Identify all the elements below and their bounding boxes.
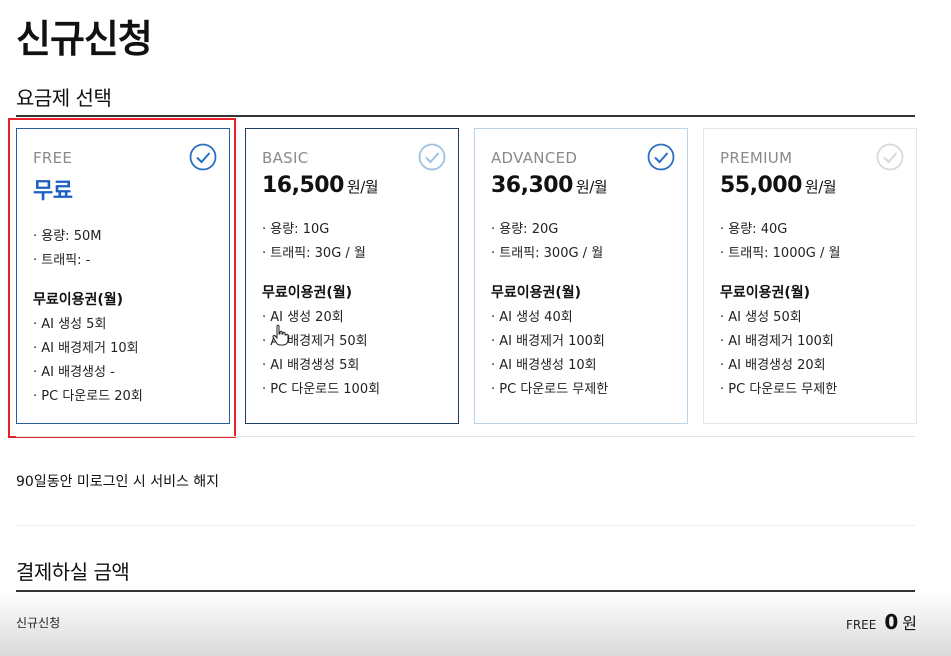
plan-bonus-item: · AI 배경생성 10회 (491, 358, 597, 373)
plan-price-value: 36,300 (491, 173, 573, 198)
plan-bonus-title: 무료이용권(월) (491, 285, 582, 301)
plan-bonus-item: · PC 다운로드 무제한 (720, 382, 838, 397)
plan-spec-storage: · 용량: 50M (33, 229, 102, 244)
check-circle-icon (876, 143, 904, 171)
plan-spec-traffic: · 트래픽: 1000G / 월 (720, 246, 841, 261)
plan-card-premium[interactable]: PREMIUM 55,000 원/월 · 용량: 40G · 트래픽: 1000G… (703, 128, 917, 424)
plan-bonus-title: 무료이용권(월) (33, 292, 124, 308)
plan-bonus-item: · PC 다운로드 100회 (262, 382, 381, 397)
plan-bonus-title: 무료이용권(월) (720, 285, 811, 301)
plan-bonus-item: · AI 생성 5회 (33, 317, 107, 332)
check-circle-icon (189, 143, 217, 171)
plan-bonus-item: · AI 배경생성 20회 (720, 358, 826, 373)
service-notice: 90일동안 미로그인 시 서비스 해지 (16, 474, 220, 490)
divider (16, 525, 915, 526)
plan-price: 무료 (33, 173, 213, 205)
plan-price-unit: 원/월 (346, 178, 379, 196)
plan-spec-traffic: · 트래픽: 300G / 월 (491, 246, 604, 261)
plan-price: 55,000 원/월 (720, 173, 900, 198)
plan-bonus-item: · AI 생성 50회 (720, 310, 802, 325)
plan-section-title: 요금제 선택 (16, 86, 112, 110)
plan-bonus-item: · AI 배경제거 10회 (33, 341, 139, 356)
plan-bonus-item: · AI 배경생성 5회 (262, 358, 360, 373)
summary-label: 신규신청 (16, 616, 61, 630)
plan-bonus-title: 무료이용권(월) (262, 285, 353, 301)
plan-card-free[interactable]: FREE 무료 · 용량: 50M · 트래픽: - 무료이용권(월) · AI… (16, 128, 230, 424)
summary-amount: 0 (884, 610, 899, 634)
plan-bonus-item: · PC 다운로드 무제한 (491, 382, 609, 397)
plan-bonus-item: · AI 배경생성 - (33, 365, 115, 380)
payment-summary-row: 신규신청 FREE 0 원 (0, 592, 951, 656)
plan-bonus-item: · PC 다운로드 20회 (33, 389, 143, 404)
divider (16, 436, 915, 437)
hand-cursor-icon (272, 324, 289, 346)
check-circle-icon (418, 143, 446, 171)
plan-price-value: 55,000 (720, 173, 802, 198)
plan-price-unit: 원/월 (804, 178, 837, 196)
summary-unit: 원 (902, 614, 917, 633)
plan-spec-traffic: · 트래픽: 30G / 월 (262, 246, 366, 261)
plan-tier: PREMIUM (720, 149, 793, 167)
plan-tier: BASIC (262, 149, 309, 167)
plan-card-advanced[interactable]: ADVANCED 36,300 원/월 · 용량: 20G · 트래픽: 300G… (474, 128, 688, 424)
plan-spec-storage: · 용량: 40G (720, 222, 788, 237)
plan-price-unit: 원/월 (575, 178, 608, 196)
plan-spec-storage: · 용량: 20G (491, 222, 559, 237)
plan-spec-traffic: · 트래픽: - (33, 253, 91, 268)
plan-bonus-item: · AI 배경제거 50회 (262, 334, 368, 349)
plan-bonus-item: · AI 배경제거 100회 (491, 334, 605, 349)
plan-price: 16,500 원/월 (262, 173, 442, 198)
plan-price-value: 16,500 (262, 173, 344, 198)
plan-tier: ADVANCED (491, 149, 578, 167)
summary-plan: FREE (845, 618, 877, 632)
plan-spec-storage: · 용량: 10G (262, 222, 330, 237)
plan-card-basic[interactable]: BASIC 16,500 원/월 · 용량: 10G · 트래픽: 30G / 월… (245, 128, 459, 424)
plan-price: 36,300 원/월 (491, 173, 671, 198)
plan-price-value: 무료 (33, 179, 73, 204)
check-circle-icon (647, 143, 675, 171)
plan-cards: FREE 무료 · 용량: 50M · 트래픽: - 무료이용권(월) · AI… (16, 128, 917, 428)
payment-section-title: 결제하실 금액 (16, 560, 130, 584)
plan-bonus-item: · AI 생성 20회 (262, 310, 344, 325)
page-title: 신규신청 (16, 17, 153, 61)
plan-tier: FREE (33, 149, 73, 167)
plan-bonus-item: · AI 생성 40회 (491, 310, 573, 325)
summary-total: FREE 0 원 (846, 610, 917, 634)
plan-bonus-item: · AI 배경제거 100회 (720, 334, 834, 349)
section-divider (16, 115, 915, 117)
